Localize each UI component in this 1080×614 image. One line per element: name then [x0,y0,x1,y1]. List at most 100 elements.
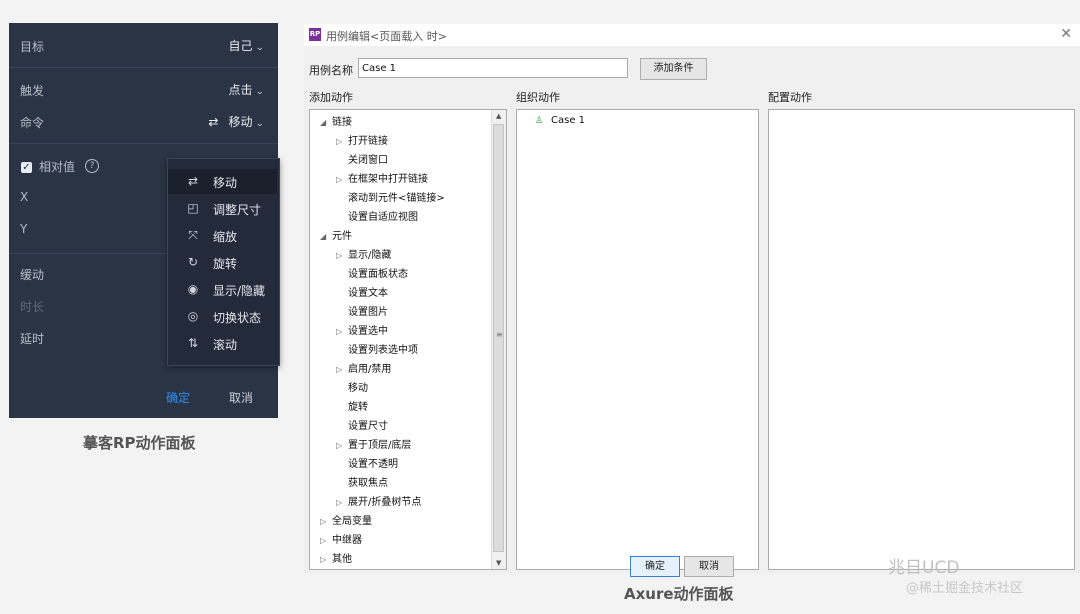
duration-label: 时长 [20,300,45,314]
menu-item-move[interactable]: ⇄ 移动 [168,169,277,194]
tree-item[interactable]: ▷ 启用/禁用 [336,360,391,378]
menu-item-label: 旋转 [213,257,238,271]
tree-item[interactable]: ▷ 打开链接 [336,132,388,150]
tree-item-label: 在框架中打开链接 [348,174,428,185]
target-value: 自己 [228,39,253,53]
collapsed-arrow-icon[interactable]: ▷ [336,137,348,146]
confirm-button[interactable]: 确定 [166,389,190,406]
tree-item[interactable]: ◢ 元件 [320,227,352,245]
scroll-down-icon[interactable]: ▼ [496,559,501,567]
resize-icon: ◰ [187,201,199,215]
command-select[interactable]: ⇄ 移动 ⌄ [208,113,264,130]
scrollbar-thumb[interactable]: ≡ [493,124,504,552]
tree-item[interactable]: 设置列表选中项 [336,341,418,359]
expanded-arrow-icon[interactable]: ◢ [320,118,332,127]
relative-label: 相对值 [39,160,76,174]
menu-item-label: 移动 [213,176,238,190]
watermark-sub: @稀土掘金技术社区 [906,581,1024,596]
easing-label: 缓动 [20,268,45,282]
ok-button[interactable]: 确定 [630,556,680,577]
tree-item-label: 设置尺寸 [348,421,388,432]
tree-scrollbar[interactable]: ▲ ≡ ▼ [491,110,506,569]
tree-item[interactable]: 设置尺寸 [336,417,388,435]
tree-item[interactable]: 获取焦点 [336,474,388,492]
axure-caption: Axure动作面板 [624,585,734,603]
target-row[interactable]: 目标 自己 ⌄ [9,35,278,55]
menu-item-toggle-state[interactable]: ◎ 切换状态 [168,304,277,329]
collapsed-arrow-icon[interactable]: ▷ [336,327,348,336]
divider [9,143,278,144]
mockplus-caption: 摹客RP动作面板 [83,434,196,452]
collapsed-arrow-icon[interactable]: ▷ [320,536,332,545]
command-row[interactable]: 命令 ⇄ 移动 ⌄ [9,111,278,131]
tree-item-label: 关闭窗口 [348,155,388,166]
tree-item-label: 中继器 [332,535,362,546]
tree-item-label: 其他 [332,554,352,565]
chevron-down-icon: ⌄ [255,87,265,97]
add-condition-button[interactable]: 添加条件 [640,58,707,80]
cancel-button[interactable]: 取消 [229,389,253,406]
tree-item[interactable]: ▷ 置于顶层/底层 [336,436,411,454]
dialog-titlebar: RP 用例编辑<页面载入 时> ✕ [304,24,1080,46]
cancel-button[interactable]: 取消 [684,556,734,577]
menu-item-resize[interactable]: ◰ 调整尺寸 [168,196,277,221]
case-1-label: Case 1 [551,115,586,126]
expanded-arrow-icon[interactable]: ◢ [320,232,332,241]
trigger-row[interactable]: 触发 点击 ⌄ [9,79,278,99]
collapsed-arrow-icon[interactable]: ▷ [320,517,332,526]
scroll-up-icon[interactable]: ▲ [496,112,501,120]
x-label: X [20,190,29,204]
collapsed-arrow-icon[interactable]: ▷ [336,251,348,260]
help-icon[interactable]: ? [85,159,99,173]
tree-item-label: 设置自适应视图 [348,212,418,223]
menu-item-scale[interactable]: ⤧ 缩放 [168,223,277,248]
tree-item[interactable]: ▷ 显示/隐藏 [336,246,391,264]
tree-item-label: 元件 [332,231,352,242]
divider [9,67,278,68]
tree-item[interactable]: ▷ 中继器 [320,531,362,549]
tree-item[interactable]: 设置自适应视图 [336,208,418,226]
delay-label: 延时 [20,332,45,346]
menu-item-scroll[interactable]: ⇅ 滚动 [168,331,277,356]
tree-item[interactable]: 移动 [336,379,368,397]
tree-item[interactable]: 设置不透明 [336,455,398,473]
tree-item[interactable]: 关闭窗口 [336,151,388,169]
tree-item-label: 设置选中 [348,326,388,337]
target-select[interactable]: 自己 ⌄ [228,37,264,54]
close-icon[interactable]: ✕ [1060,26,1072,42]
menu-item-label: 切换状态 [213,311,262,325]
tree-item-label: 展开/折叠树节点 [348,497,422,508]
tree-item[interactable]: ▷ 在框架中打开链接 [336,170,428,188]
tree-item[interactable]: ▷ 设置选中 [336,322,388,340]
tree-item[interactable]: ▷ 展开/折叠树节点 [336,493,421,511]
command-dropdown-menu: ⇄ 移动 ◰ 调整尺寸 ⤧ 缩放 ↻ 旋转 ◉ 显示/隐藏 ◎ 切换状态 ⇅ 滚… [167,158,280,366]
trigger-select[interactable]: 点击 ⌄ [228,81,264,98]
collapsed-arrow-icon[interactable]: ▷ [336,175,348,184]
move-icon: ⇄ [208,115,219,129]
tree-item[interactable]: ◢ 链接 [320,113,352,131]
relative-checkbox[interactable]: ✓ [21,162,32,173]
axure-case-editor-dialog: RP 用例编辑<页面载入 时> ✕ 用例名称 添加条件 添加动作 组织动作 配置… [304,24,1080,574]
tree-item[interactable]: ▷ 全局变量 [320,512,372,530]
configure-actions-panel [768,109,1075,570]
tree-item-label: 置于顶层/底层 [348,440,412,451]
menu-item-show-hide[interactable]: ◉ 显示/隐藏 [168,277,277,302]
tree-item-label: 设置列表选中项 [348,345,418,356]
collapsed-arrow-icon[interactable]: ▷ [336,365,348,374]
tree-item[interactable]: 滚动到元件<锚链接> [336,189,445,207]
tree-item[interactable]: 旋转 [336,398,368,416]
case-1-node[interactable]: ♙ Case 1 [535,115,585,126]
tree-item[interactable]: 设置文本 [336,284,388,302]
menu-item-rotate[interactable]: ↻ 旋转 [168,250,277,275]
case-name-input[interactable] [358,58,628,78]
collapsed-arrow-icon[interactable]: ▷ [320,555,332,564]
tree-item-label: 链接 [332,117,352,128]
case-name-label: 用例名称 [309,64,353,77]
menu-item-label: 调整尺寸 [213,203,262,217]
case-tree-icon: ♙ [535,116,544,126]
collapsed-arrow-icon[interactable]: ▷ [336,441,348,450]
tree-item[interactable]: 设置图片 [336,303,388,321]
tree-item[interactable]: ▷ 其他 [320,550,352,568]
tree-item[interactable]: 设置面板状态 [336,265,408,283]
collapsed-arrow-icon[interactable]: ▷ [336,498,348,507]
